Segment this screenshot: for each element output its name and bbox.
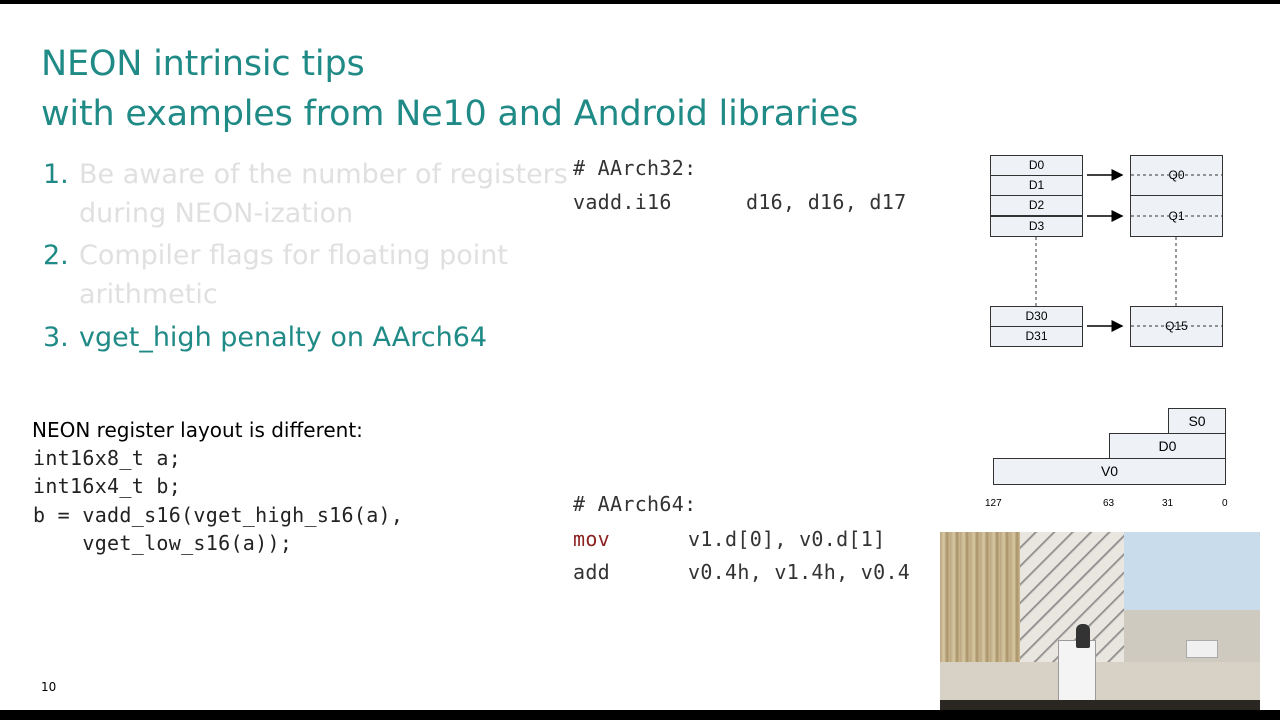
d-register: D3 [990,216,1083,237]
slide: NEON intrinsic tips with examples from N… [0,4,1280,710]
code-line-2: int16x4_t b; [33,474,182,498]
v-register: V0 [993,458,1226,485]
code-line-3: b = vadd_s16(vget_high_s16(a), [33,503,404,527]
audience-silhouette [940,700,1260,710]
q-register: Q0 [1130,155,1223,196]
list-item-2: 2. [43,240,69,271]
aarch64-mov-args: v1.d[0], v0.d[1] [688,527,886,551]
bit-tick: 127 [985,498,1002,509]
aarch64-add-args: v0.4h, v1.4h, v0.4 [688,560,911,584]
speaker-figure [1076,624,1090,648]
list-number: 1. [43,159,69,190]
code-line-4: vget_low_s16(a)); [33,531,293,555]
slide-title-line1: NEON intrinsic tips [41,44,365,84]
list-item-1-line2: during NEON-ization [79,198,354,229]
aarch32-comment: # AArch32: [573,156,697,180]
d-register: D30 [990,306,1083,327]
s-register: S0 [1168,408,1226,434]
list-number: 2. [43,240,69,271]
q-register: Q1 [1130,195,1223,237]
aarch64-add-op: add [573,560,611,584]
page-number: 10 [41,680,57,694]
list-item-3: 3. [43,322,69,353]
speaker-video-overlay [940,532,1260,710]
list-item-2-line1: Compiler flags for floating point [79,240,509,271]
bit-tick: 31 [1162,498,1174,509]
event-logo [1186,640,1218,658]
list-item-2-line2: arithmetic [79,279,218,310]
d-register-64: D0 [1109,433,1226,459]
aarch32-instr: vadd.i16 [573,190,672,214]
podium [1058,640,1096,702]
d-register: D1 [990,175,1083,196]
d-register: D2 [990,195,1083,216]
list-number: 3. [43,322,69,353]
list-item-1-line1: Be aware of the number of registers [79,159,568,190]
bit-tick: 63 [1103,498,1115,509]
q-register: Q15 [1130,306,1223,347]
list-item-3-line1: vget_high penalty on AArch64 [79,322,488,353]
projection-screen [1124,532,1260,610]
register-layout-caption: NEON register layout is different: [32,418,363,442]
bit-tick: 0 [1222,498,1228,509]
list-item-1: 1. [43,159,69,190]
d-register: D0 [990,155,1083,176]
aarch32-operands: d16, d16, d17 [746,190,907,214]
aarch64-mov-op: mov [573,527,611,551]
aarch64-comment: # AArch64: [573,492,697,516]
d-register: D31 [990,326,1083,347]
code-line-1: int16x8_t a; [33,446,182,470]
slide-title-line2: with examples from Ne10 and Android libr… [41,94,859,134]
